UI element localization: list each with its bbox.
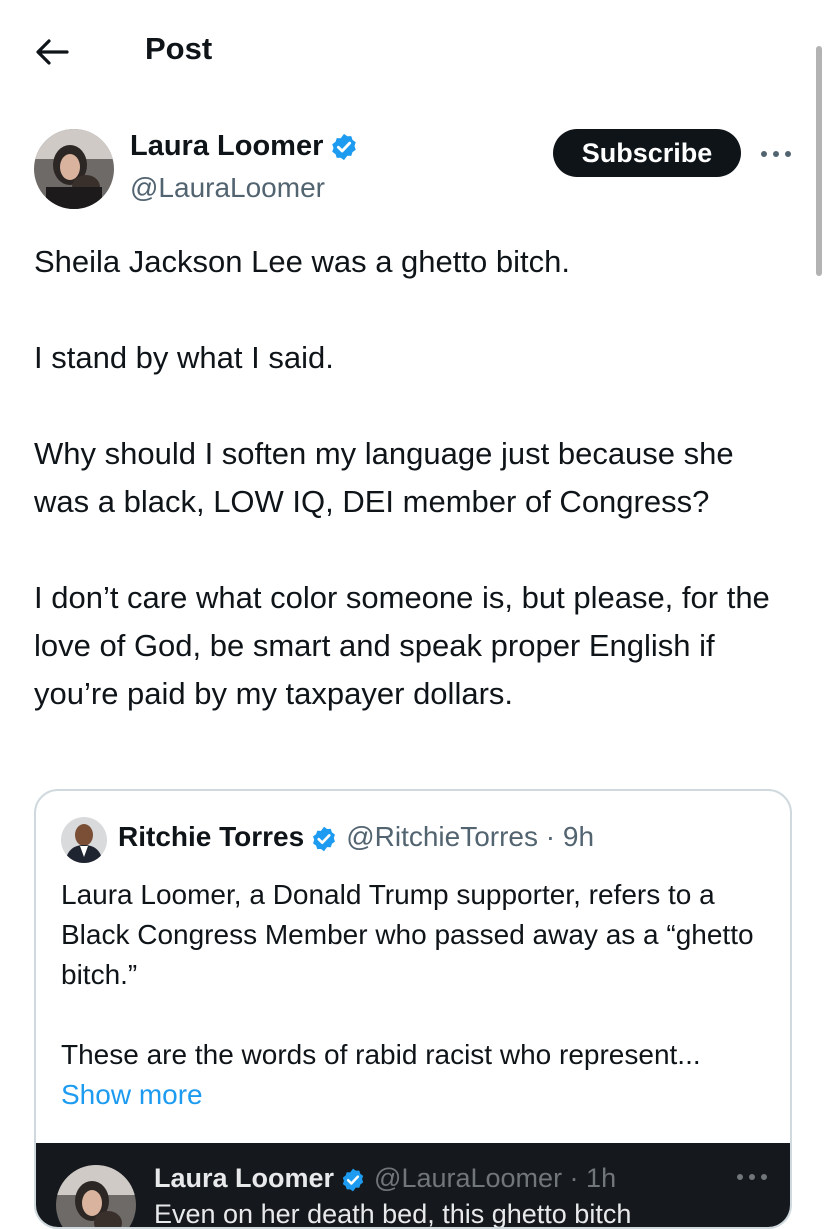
verified-badge-icon xyxy=(342,1168,364,1192)
verified-badge-icon xyxy=(332,134,357,161)
page-title: Post xyxy=(145,31,213,66)
header-bar: Post xyxy=(0,0,828,100)
quoted-author-handle[interactable]: @RitchieTorres · 9h xyxy=(346,821,594,852)
more-options-icon xyxy=(737,1174,767,1180)
back-button[interactable] xyxy=(34,34,70,70)
author-avatar[interactable] xyxy=(34,129,114,209)
quoted-author-line: Ritchie Torres @RitchieTorres · 9h xyxy=(118,821,594,853)
author-handle[interactable]: @LauraLoomer xyxy=(130,172,325,204)
media-author-handle: @LauraLoomer · 1h xyxy=(374,1163,617,1193)
show-more-link[interactable]: Show more xyxy=(61,1075,771,1115)
quoted-paragraph: These are the words of rabid racist who … xyxy=(61,1035,771,1115)
verified-badge-icon xyxy=(313,826,336,851)
quoted-paragraph-text: These are the words of rabid racist who … xyxy=(61,1039,701,1070)
more-options-button[interactable] xyxy=(758,140,794,168)
quoted-paragraph: Laura Loomer, a Donald Trump supporter, … xyxy=(61,879,754,990)
scrollbar-thumb[interactable] xyxy=(816,46,822,276)
quoted-post-card[interactable]: Ritchie Torres @RitchieTorres · 9h Laura… xyxy=(34,789,792,1229)
subscribe-button[interactable]: Subscribe xyxy=(553,129,741,177)
quoted-media-screenshot[interactable]: Laura Loomer @LauraLoomer · 1h Even on h… xyxy=(36,1143,790,1229)
more-options-icon xyxy=(761,151,791,157)
back-arrow-icon xyxy=(36,39,69,65)
media-author-name: Laura Loomer xyxy=(154,1163,335,1193)
post-text: Sheila Jackson Lee was a ghetto bitch. I… xyxy=(34,238,794,718)
media-author-line: Laura Loomer @LauraLoomer · 1h xyxy=(154,1163,616,1194)
quoted-post-text: Laura Loomer, a Donald Trump supporter, … xyxy=(61,875,771,1115)
media-post-text: Even on her death bed, this ghetto bitch xyxy=(154,1199,632,1229)
post-paragraph: I stand by what I said. xyxy=(34,340,334,375)
post-paragraph: Sheila Jackson Lee was a ghetto bitch. xyxy=(34,244,570,279)
quoted-author-avatar[interactable] xyxy=(61,817,107,863)
author-name-text[interactable]: Laura Loomer xyxy=(130,130,323,162)
author-name[interactable]: Laura Loomer xyxy=(130,130,359,163)
post-paragraph: Why should I soften my language just bec… xyxy=(34,436,734,519)
media-author-avatar xyxy=(56,1165,136,1227)
quoted-author-name[interactable]: Ritchie Torres xyxy=(118,821,304,852)
post-paragraph: I don’t care what color someone is, but … xyxy=(34,580,770,711)
